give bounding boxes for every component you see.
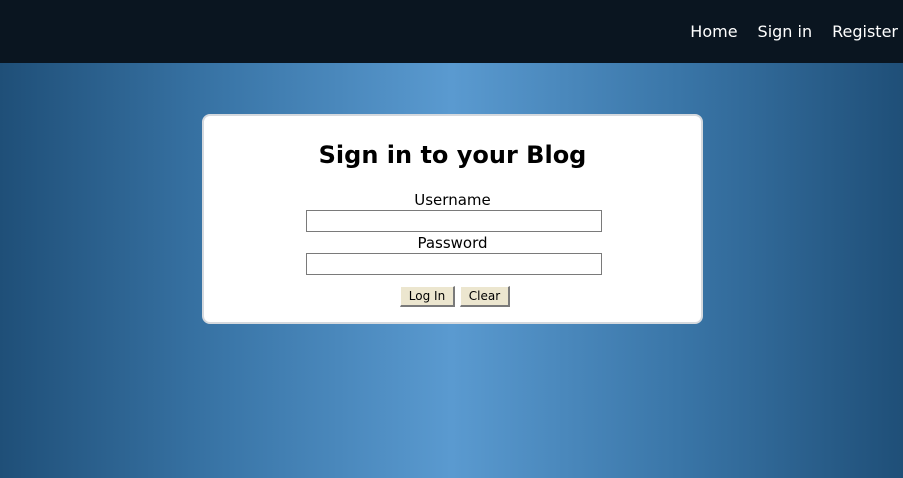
password-label: Password [417, 234, 488, 252]
username-input[interactable] [306, 210, 602, 232]
nav-signin-link[interactable]: Sign in [758, 22, 813, 42]
page-title: Sign in to your Blog [318, 141, 587, 169]
nav-register-link[interactable]: Register [832, 22, 898, 42]
clear-button[interactable]: Clear [460, 286, 510, 307]
password-input[interactable] [306, 253, 602, 275]
nav-home-link[interactable]: Home [690, 22, 737, 42]
login-button[interactable]: Log In [400, 286, 455, 307]
username-label: Username [414, 191, 491, 209]
main-nav: Home Sign in Register [690, 22, 898, 42]
login-card: Sign in to your Blog Username Password L… [202, 114, 703, 324]
top-navbar: Home Sign in Register [0, 0, 903, 63]
